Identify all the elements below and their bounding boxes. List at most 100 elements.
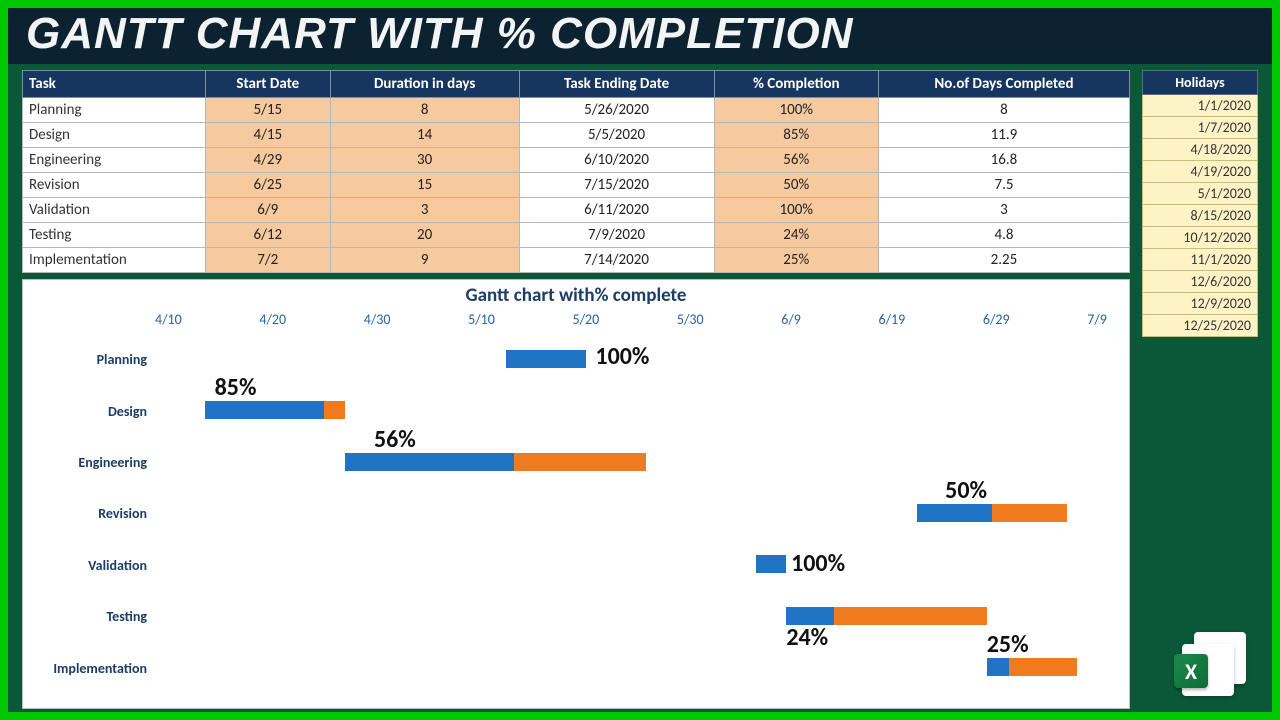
bar-segment-completed [917,504,992,522]
table-row: Design4/15145/5/202085%11.9 [23,123,1130,148]
left-column: Task Start Date Duration in days Task En… [22,70,1130,709]
y-label: Engineering [35,454,147,471]
excel-icon: X [1176,632,1246,694]
table-header-row: Task Start Date Duration in days Task En… [23,71,1130,98]
gantt-bar [756,555,786,573]
cell-duration: 8 [330,98,519,123]
bar-rows: 100%85%56%50%100%24%25% [155,334,1107,694]
holiday-date: 10/12/2020 [1143,227,1258,249]
y-label: Validation [35,557,147,574]
plot-area: PlanningDesignEngineeringRevisionValidat… [155,334,1107,694]
cell-start: 4/15 [205,123,330,148]
gantt-row: 100% [155,555,1107,575]
x-tick: 4/10 [155,311,182,328]
bar-segment-completed [506,350,586,368]
cell-start: 7/2 [205,248,330,273]
cell-done: 7.5 [878,173,1129,198]
cell-duration: 14 [330,123,519,148]
holiday-date: 1/7/2020 [1143,117,1258,139]
excel-x-badge: X [1174,654,1208,688]
x-tick: 5/20 [573,311,600,328]
pct-label: 100% [791,549,845,578]
cell-task: Engineering [23,148,206,173]
holiday-date: 8/15/2020 [1143,205,1258,227]
gantt-row: 24% [155,607,1107,627]
cell-done: 2.25 [878,248,1129,273]
holiday-date: 5/1/2020 [1143,183,1258,205]
table-row: Planning5/1585/26/2020100%8 [23,98,1130,123]
bar-segment-remaining [992,504,1067,522]
holiday-date: 4/19/2020 [1143,161,1258,183]
gantt-row: 85% [155,401,1107,421]
table-row: Implementation7/297/14/202025%2.25 [23,248,1130,273]
cell-task: Planning [23,98,206,123]
cell-start: 6/9 [205,198,330,223]
x-tick: 4/20 [259,311,286,328]
cell-duration: 30 [330,148,519,173]
y-label: Testing [35,608,147,625]
cell-pct: 50% [714,173,878,198]
cell-end: 5/5/2020 [519,123,714,148]
x-tick: 6/9 [781,311,801,328]
banner-title: GANTT CHART WITH % COMPLETION [8,8,1272,64]
x-axis-ticks: 4/104/204/305/105/205/306/96/196/297/9 [155,309,1107,334]
x-tick: 6/29 [983,311,1010,328]
gantt-bar [506,350,586,368]
bar-segment-remaining [1009,658,1077,676]
bar-segment-remaining [834,607,986,625]
cell-duration: 20 [330,223,519,248]
y-label: Planning [35,351,147,368]
y-label: Revision [35,505,147,522]
cell-end: 7/14/2020 [519,248,714,273]
y-label: Implementation [35,660,147,677]
gantt-bar [205,401,345,419]
cell-duration: 9 [330,248,519,273]
bar-segment-remaining [324,401,345,419]
gantt-row: 50% [155,504,1107,524]
gantt-row: 100% [155,350,1107,370]
holiday-date: 12/9/2020 [1143,293,1258,315]
cell-task: Testing [23,223,206,248]
cell-start: 6/12 [205,223,330,248]
table-row: Revision6/25157/15/202050%7.5 [23,173,1130,198]
holidays-table: Holidays 1/1/20201/7/20204/18/20204/19/2… [1142,70,1258,337]
holiday-date: 4/18/2020 [1143,139,1258,161]
gantt-chart: Gantt chart with% complete 4/104/204/305… [22,279,1130,709]
pct-label: 100% [595,342,649,371]
cell-done: 8 [878,98,1129,123]
pct-label: 24% [786,623,828,652]
col-end: Task Ending Date [519,71,714,98]
bar-segment-completed [987,658,1010,676]
y-axis-labels: PlanningDesignEngineeringRevisionValidat… [35,334,147,694]
bar-segment-completed [756,555,786,573]
holiday-date: 11/1/2020 [1143,249,1258,271]
pct-label: 85% [215,373,257,402]
cell-end: 7/15/2020 [519,173,714,198]
gantt-bar [917,504,1067,522]
holidays-header: Holidays [1143,71,1258,95]
cell-done: 11.9 [878,123,1129,148]
task-table: Task Start Date Duration in days Task En… [22,70,1130,273]
slide: GANTT CHART WITH % COMPLETION Task Start… [8,8,1272,712]
cell-task: Design [23,123,206,148]
cell-pct: 56% [714,148,878,173]
x-tick: 5/10 [468,311,495,328]
bar-segment-completed [205,401,324,419]
cell-end: 5/26/2020 [519,98,714,123]
x-tick: 5/30 [677,311,704,328]
holiday-date: 12/25/2020 [1143,315,1258,337]
right-column: Holidays 1/1/20201/7/20204/18/20204/19/2… [1142,70,1258,709]
bar-segment-remaining [514,453,646,471]
bar-segment-completed [345,453,513,471]
col-pct: % Completion [714,71,878,98]
gantt-row: 25% [155,658,1107,678]
cell-end: 6/11/2020 [519,198,714,223]
pct-label: 25% [987,630,1029,659]
cell-duration: 3 [330,198,519,223]
x-tick: 4/30 [364,311,391,328]
cell-start: 4/29 [205,148,330,173]
holiday-date: 1/1/2020 [1143,95,1258,117]
col-task: Task [23,71,206,98]
cell-start: 6/25 [205,173,330,198]
gantt-bar [345,453,646,471]
